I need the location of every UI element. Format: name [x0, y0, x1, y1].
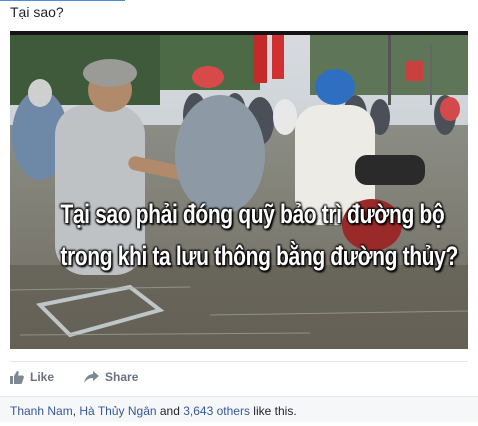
share-button[interactable]: Share	[84, 370, 138, 384]
likes-summary-bar: Thanh Nam, Hà Thủy Ngân and 3,643 others…	[0, 396, 478, 422]
share-arrow-icon	[84, 371, 100, 383]
liker-link-1[interactable]: Thanh Nam	[10, 404, 73, 418]
photo-caption-line-2: trong khi ta lưu thông bằng đường thủy?	[60, 241, 458, 271]
action-divider	[10, 361, 468, 362]
likes-summary-text: Thanh Nam, Hà Thủy Ngân and 3,643 others…	[10, 404, 297, 418]
thumbs-up-icon	[10, 370, 24, 384]
others-link[interactable]: 3,643 others	[183, 404, 250, 418]
share-label: Share	[105, 370, 139, 384]
likes-separator: ,	[72, 404, 77, 418]
like-button[interactable]: Like	[10, 370, 54, 384]
likes-suffix: like this.	[249, 404, 297, 418]
liker-link-2[interactable]: Hà Thủy Ngân	[79, 404, 156, 418]
post-text: Tại sao?	[10, 4, 64, 20]
photo-caption-line-1: Tại sao phải đóng quỹ bảo trì đường bộ	[60, 199, 445, 229]
top-rule	[0, 0, 125, 1]
post-photo[interactable]: Tại sao phải đóng quỹ bảo trì đường bộ t…	[10, 31, 468, 349]
post-actions: Like Share	[10, 368, 138, 386]
likes-and-text: and	[156, 404, 184, 418]
like-label: Like	[30, 370, 55, 384]
flooded-street-illustration	[10, 35, 468, 349]
